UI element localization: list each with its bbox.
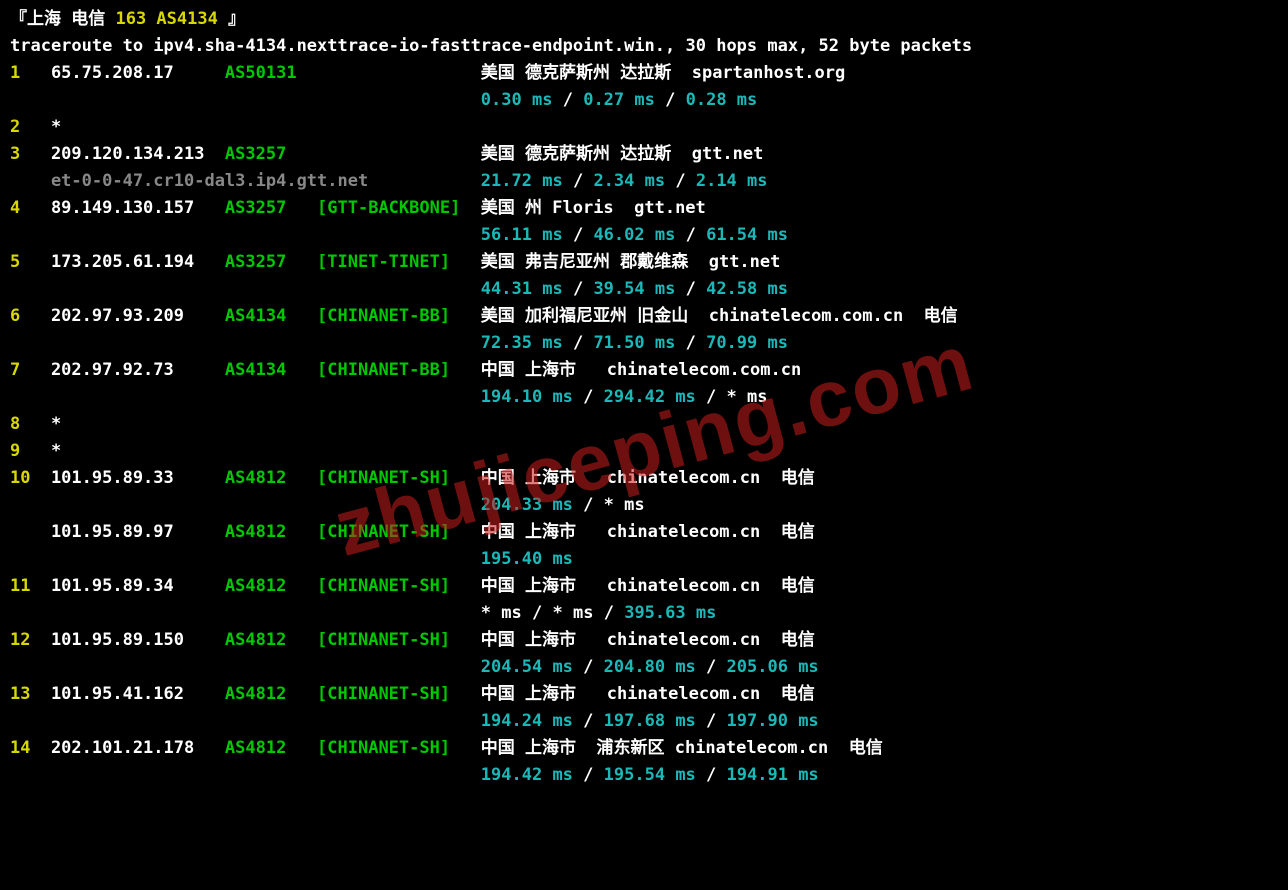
hop-location: 美国 德克萨斯州 达拉斯 spartanhost.org: [481, 63, 845, 83]
hop-rtt: 195.40 ms: [10, 546, 1288, 573]
hop-asn: AS4134: [225, 357, 317, 384]
hop-rdns: et-0-0-47.cr10-dal3.ip4.gtt.net: [10, 168, 368, 195]
hop-row: 7202.97.92.73AS4134[CHINANET-BB]中国 上海市 c…: [10, 357, 1288, 384]
hop-tag: [CHINANET-SH]: [317, 627, 481, 654]
hop-asn: AS4812: [225, 519, 317, 546]
hop-location: 美国 弗吉尼亚州 郡戴维森 gtt.net: [481, 252, 781, 272]
hop-location: 美国 加利福尼亚州 旧金山 chinatelecom.com.cn 电信: [481, 306, 958, 326]
hop-ip: *: [51, 114, 225, 141]
hop-location: 中国 上海市 浦东新区 chinatelecom.cn 电信: [481, 738, 883, 758]
hop-tag: [TINET-TINET]: [317, 249, 481, 276]
hop-rtt: 194.24 ms / 197.68 ms / 197.90 ms: [10, 708, 1288, 735]
trace-title: 『上海 电信 163 AS4134 』: [10, 6, 1288, 33]
hop-ip: 101.95.41.162: [51, 681, 225, 708]
hop-location: 中国 上海市 chinatelecom.cn 电信: [481, 684, 815, 704]
hop-ip: *: [51, 438, 225, 465]
hop-ip: 173.205.61.194: [51, 249, 225, 276]
hop-number: 4: [10, 195, 51, 222]
hop-ip: 202.97.92.73: [51, 357, 225, 384]
hop-rtt: 204.33 ms / * ms: [10, 492, 1288, 519]
hop-row: 489.149.130.157AS3257[GTT-BACKBONE]美国 州 …: [10, 195, 1288, 222]
hop-ip: 202.101.21.178: [51, 735, 225, 762]
hop-row: 2*: [10, 114, 1288, 141]
hop-asn: AS3257: [225, 195, 317, 222]
hop-list: 165.75.208.17AS50131 美国 德克萨斯州 达拉斯 spartan…: [10, 60, 1288, 789]
hop-ip: 202.97.93.209: [51, 303, 225, 330]
hop-tag: [CHINANET-BB]: [317, 357, 481, 384]
hop-ip: 209.120.134.213: [51, 141, 225, 168]
hop-row: 12101.95.89.150AS4812[CHINANET-SH]中国 上海市…: [10, 627, 1288, 654]
hop-rtt: 204.54 ms / 204.80 ms / 205.06 ms: [10, 654, 1288, 681]
hop-number: 5: [10, 249, 51, 276]
hop-ip: 89.149.130.157: [51, 195, 225, 222]
hop-tag: [CHINANET-BB]: [317, 303, 481, 330]
hop-number: 10: [10, 465, 51, 492]
hop-ip: 101.95.89.97: [51, 519, 225, 546]
hop-number: 9: [10, 438, 51, 465]
hop-rtt: 44.31 ms / 39.54 ms / 42.58 ms: [10, 276, 1288, 303]
hop-location: 中国 上海市 chinatelecom.cn 电信: [481, 630, 815, 650]
hop-number: 6: [10, 303, 51, 330]
hop-row: 8*: [10, 411, 1288, 438]
hop-number: 12: [10, 627, 51, 654]
hop-location: 美国 州 Floris gtt.net: [481, 198, 706, 218]
hop-asn: AS50131: [225, 60, 317, 87]
hop-location: 中国 上海市 chinatelecom.cn 电信: [481, 522, 815, 542]
hop-number: 7: [10, 357, 51, 384]
hop-asn: AS3257: [225, 141, 317, 168]
hop-location: 中国 上海市 chinatelecom.com.cn: [481, 360, 801, 380]
hop-ip: 101.95.89.150: [51, 627, 225, 654]
hop-row: 14202.101.21.178AS4812[CHINANET-SH]中国 上海…: [10, 735, 1288, 762]
hop-ip: 101.95.89.34: [51, 573, 225, 600]
hop-tag: [CHINANET-SH]: [317, 735, 481, 762]
hop-rtt: 194.10 ms / 294.42 ms / * ms: [10, 384, 1288, 411]
hop-number: 11: [10, 573, 51, 600]
title-prefix: 上海 电信: [27, 9, 115, 29]
hop-tag: [GTT-BACKBONE]: [317, 195, 481, 222]
hop-row: 13101.95.41.162AS4812[CHINANET-SH]中国 上海市…: [10, 681, 1288, 708]
hop-rtt: 56.11 ms / 46.02 ms / 61.54 ms: [10, 222, 1288, 249]
hop-row: 9*: [10, 438, 1288, 465]
hop-row: 101.95.89.97AS4812[CHINANET-SH]中国 上海市 ch…: [10, 519, 1288, 546]
hop-location: 中国 上海市 chinatelecom.cn 电信: [481, 468, 815, 488]
hop-row: 10101.95.89.33AS4812[CHINANET-SH]中国 上海市 …: [10, 465, 1288, 492]
hop-number: 2: [10, 114, 51, 141]
hop-row: 5173.205.61.194AS3257[TINET-TINET]美国 弗吉尼…: [10, 249, 1288, 276]
hop-asn: AS4134: [225, 303, 317, 330]
title-close: 』: [228, 9, 245, 29]
hop-ip: 101.95.89.33: [51, 465, 225, 492]
hop-rtt: * ms / * ms / 395.63 ms: [10, 600, 1288, 627]
traceroute-command: traceroute to ipv4.sha-4134.nexttrace-io…: [10, 33, 1288, 60]
hop-asn: AS4812: [225, 627, 317, 654]
hop-location: 美国 德克萨斯州 达拉斯 gtt.net: [481, 144, 764, 164]
hop-rtt: 0.30 ms / 0.27 ms / 0.28 ms: [10, 87, 1288, 114]
hop-asn: AS4812: [225, 465, 317, 492]
hop-asn: AS3257: [225, 249, 317, 276]
hop-asn: AS4812: [225, 735, 317, 762]
hop-row: 165.75.208.17AS50131 美国 德克萨斯州 达拉斯 spartan…: [10, 60, 1288, 87]
hop-asn: AS4812: [225, 681, 317, 708]
hop-tag: [CHINANET-SH]: [317, 465, 481, 492]
hop-tag: [CHINANET-SH]: [317, 519, 481, 546]
hop-number: 3: [10, 141, 51, 168]
title-open: 『: [10, 9, 27, 29]
hop-tag: [CHINANET-SH]: [317, 573, 481, 600]
hop-number: 8: [10, 411, 51, 438]
hop-row: 11101.95.89.34AS4812[CHINANET-SH]中国 上海市 …: [10, 573, 1288, 600]
hop-location: 中国 上海市 chinatelecom.cn 电信: [481, 576, 815, 596]
hop-number: 1: [10, 60, 51, 87]
title-accent: 163 AS4134: [115, 9, 228, 29]
hop-rtt: 72.35 ms / 71.50 ms / 70.99 ms: [10, 330, 1288, 357]
hop-number: 14: [10, 735, 51, 762]
hop-ip: 65.75.208.17: [51, 60, 225, 87]
hop-tag: [CHINANET-SH]: [317, 681, 481, 708]
hop-rtt: 194.42 ms / 195.54 ms / 194.91 ms: [10, 762, 1288, 789]
hop-row: 6202.97.93.209AS4134[CHINANET-BB]美国 加利福尼…: [10, 303, 1288, 330]
hop-ip: *: [51, 411, 225, 438]
hop-row: 3209.120.134.213AS3257 美国 德克萨斯州 达拉斯 gtt.n…: [10, 141, 1288, 168]
hop-number: 13: [10, 681, 51, 708]
hop-asn: AS4812: [225, 573, 317, 600]
